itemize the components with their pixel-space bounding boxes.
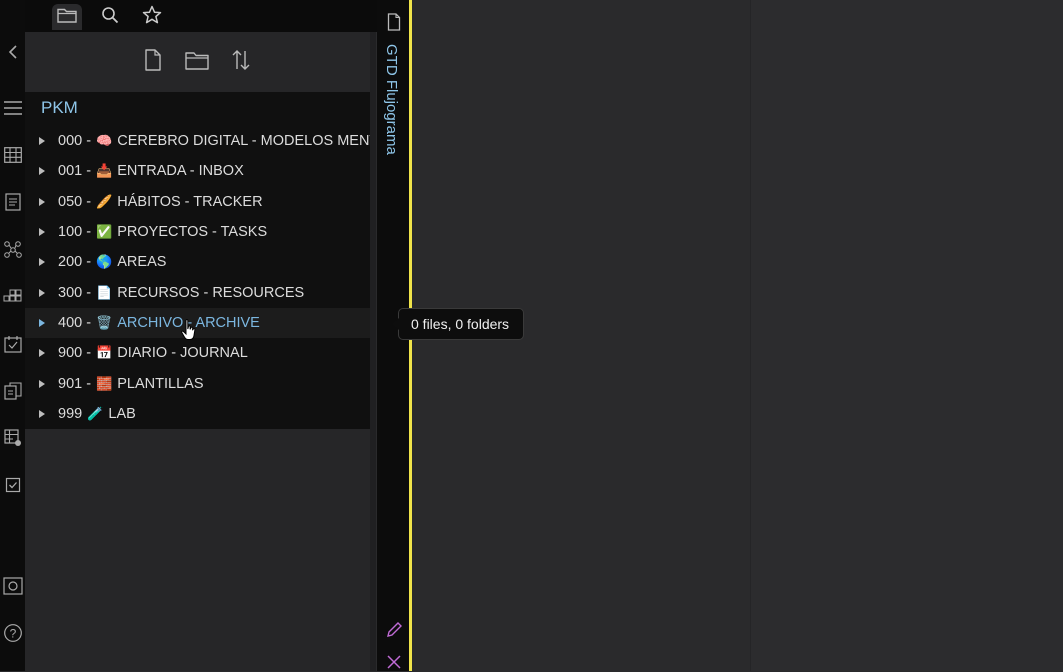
splitter-top bbox=[370, 0, 377, 32]
folder-row[interactable]: 300 - 📄 RECURSOS - RESOURCES bbox=[25, 277, 370, 307]
folder-name: CEREBRO DIGITAL - MODELOS MENT bbox=[117, 133, 370, 150]
folder-row[interactable]: 000 - 🧠 CEREBRO DIGITAL - MODELOS MENT bbox=[25, 126, 370, 156]
folder-name: PLANTILLAS bbox=[117, 375, 204, 392]
folder-number: 001 - bbox=[58, 163, 92, 180]
folder-row[interactable]: 050 - 🥖 HÁBITOS - TRACKER bbox=[25, 187, 370, 217]
graph-view-icon[interactable] bbox=[0, 238, 25, 260]
file-plus-icon bbox=[144, 48, 162, 76]
folder-row[interactable]: 901 - 🧱 PLANTILLAS bbox=[25, 368, 370, 398]
folder-name: RECURSOS - RESOURCES bbox=[117, 284, 305, 301]
note-list-icon[interactable] bbox=[0, 191, 25, 213]
explorer-toolbar bbox=[25, 42, 370, 82]
folder-number: 000 - bbox=[58, 133, 92, 150]
folder-emoji: 🗑️ bbox=[96, 314, 113, 330]
folder-number: 100 - bbox=[58, 224, 92, 241]
tab-bookmarks[interactable] bbox=[137, 4, 167, 30]
sort-arrows-icon bbox=[230, 49, 252, 76]
folder-number: 200 - bbox=[58, 254, 92, 271]
folder-emoji: 🧠 bbox=[96, 133, 113, 149]
chevron-right-icon[interactable] bbox=[39, 288, 45, 297]
note-file-icon bbox=[384, 12, 404, 32]
folder-name: AREAS bbox=[117, 254, 167, 271]
folder-emoji: 📥 bbox=[96, 163, 113, 179]
sort-button[interactable] bbox=[229, 49, 253, 76]
new-note-button[interactable] bbox=[141, 48, 165, 76]
folder-number: 050 - bbox=[58, 193, 92, 210]
chevron-right-icon[interactable] bbox=[39, 349, 45, 358]
tab-search[interactable] bbox=[95, 4, 125, 30]
copy-icon[interactable] bbox=[0, 380, 25, 402]
folder-name: LAB bbox=[108, 405, 136, 422]
table-settings-icon[interactable] bbox=[0, 427, 25, 449]
folder-name: PROYECTOS - TASKS bbox=[117, 224, 268, 241]
help-icon[interactable]: ? bbox=[0, 622, 25, 644]
folder-emoji: 🥖 bbox=[96, 193, 113, 209]
folder-emoji: 🌎 bbox=[96, 254, 113, 270]
sidebar-resize-handle[interactable] bbox=[370, 32, 376, 671]
chevron-right-icon[interactable] bbox=[39, 167, 45, 176]
folder-row[interactable]: 999 🧪 LAB bbox=[25, 399, 370, 429]
folder-number: 999 bbox=[58, 405, 83, 422]
chevron-right-icon[interactable] bbox=[39, 228, 45, 237]
star-icon bbox=[142, 5, 162, 30]
chevron-right-icon[interactable] bbox=[39, 379, 45, 388]
folder-number: 900 - bbox=[58, 345, 92, 362]
chevron-right-icon[interactable] bbox=[39, 318, 45, 327]
edit-pencil-icon[interactable] bbox=[384, 620, 404, 640]
folder-emoji: 🧱 bbox=[96, 375, 113, 391]
folder-row[interactable]: 200 - 🌎 AREAS bbox=[25, 247, 370, 277]
folder-icon bbox=[57, 7, 77, 28]
left-ribbon: ? bbox=[0, 0, 25, 671]
hand-cursor-icon bbox=[180, 318, 198, 347]
stacked-tab-title[interactable]: GTD Flujograma bbox=[383, 44, 400, 155]
folder-plus-icon bbox=[185, 50, 209, 75]
folder-emoji: ✅ bbox=[96, 224, 113, 240]
folder-tooltip: 0 files, 0 folders bbox=[391, 308, 525, 340]
table-icon[interactable] bbox=[0, 144, 25, 166]
vault-name[interactable]: PKM bbox=[41, 98, 78, 118]
close-tab-icon[interactable] bbox=[384, 652, 404, 672]
folder-name: ENTRADA - INBOX bbox=[117, 163, 244, 180]
folder-number: 901 - bbox=[58, 375, 92, 392]
menu-icon[interactable] bbox=[0, 97, 25, 119]
search-icon bbox=[101, 6, 119, 29]
folder-emoji: 📄 bbox=[96, 284, 113, 300]
chevron-right-icon[interactable] bbox=[39, 409, 45, 418]
new-folder-button[interactable] bbox=[185, 50, 209, 74]
folder-row[interactable]: 100 - ✅ PROYECTOS - TASKS bbox=[25, 217, 370, 247]
tab-files[interactable] bbox=[52, 4, 82, 30]
folder-number: 400 - bbox=[58, 314, 92, 331]
vault-switcher-icon[interactable] bbox=[0, 575, 25, 597]
editor-pane-right[interactable] bbox=[750, 0, 1063, 671]
folder-number: 300 - bbox=[58, 284, 92, 301]
svg-text:?: ? bbox=[9, 627, 16, 641]
folder-emoji: 🧪 bbox=[87, 405, 104, 421]
checkbox-icon[interactable] bbox=[0, 474, 25, 496]
calendar-check-icon[interactable] bbox=[0, 333, 25, 355]
file-explorer: PKM 000 - 🧠 CEREBRO DIGITAL - MODELOS MENT… bbox=[25, 32, 370, 671]
chevron-right-icon[interactable] bbox=[39, 197, 45, 206]
chevron-right-icon[interactable] bbox=[39, 137, 45, 146]
collapse-sidebar-icon[interactable] bbox=[0, 41, 25, 63]
folder-tree: 000 - 🧠 CEREBRO DIGITAL - MODELOS MENT 001 … bbox=[25, 126, 370, 429]
folder-emoji: 📅 bbox=[96, 345, 113, 361]
folder-row[interactable]: 001 - 📥 ENTRADA - INBOX bbox=[25, 156, 370, 186]
blocks-icon[interactable] bbox=[0, 285, 25, 307]
folder-name: HÁBITOS - TRACKER bbox=[117, 193, 263, 210]
chevron-right-icon[interactable] bbox=[39, 258, 45, 267]
sidebar-tab-bar bbox=[25, 0, 376, 32]
folder-name: DIARIO - JOURNAL bbox=[117, 345, 248, 362]
